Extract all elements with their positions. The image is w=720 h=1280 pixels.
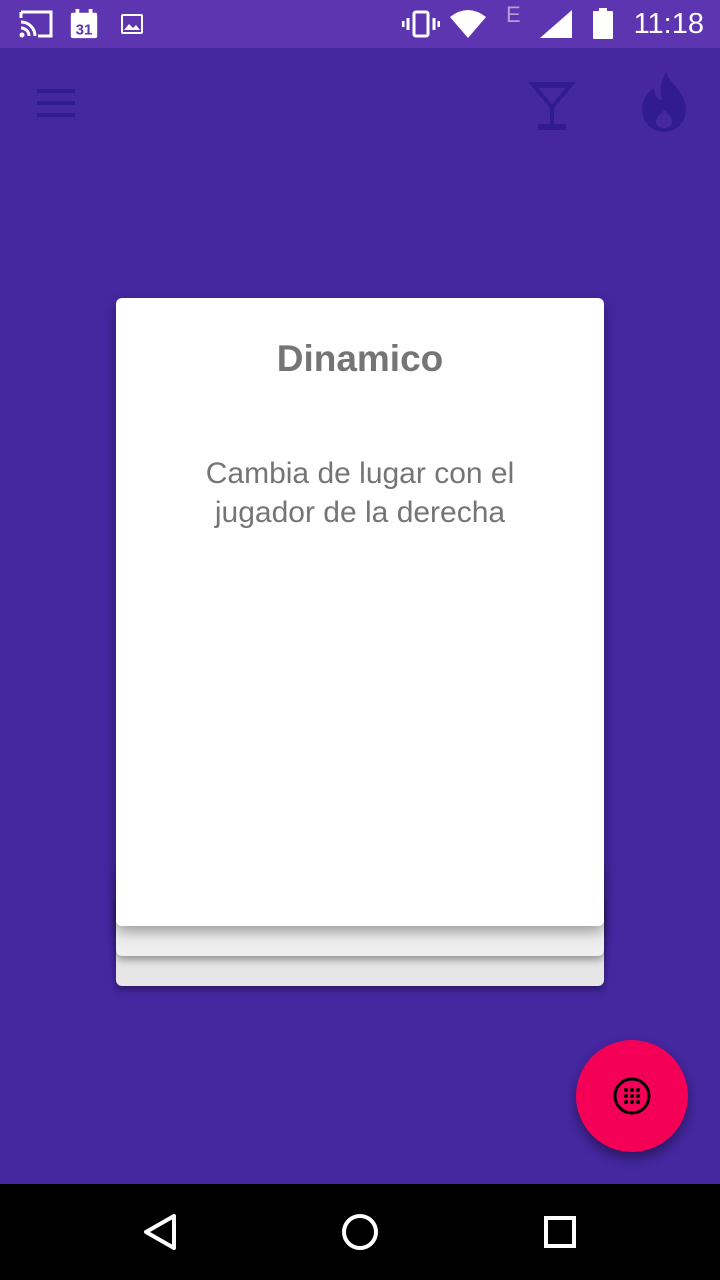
menu-icon[interactable] bbox=[28, 80, 84, 128]
dice-icon bbox=[613, 1077, 651, 1115]
vibrate-icon bbox=[402, 10, 440, 38]
fire-icon[interactable] bbox=[632, 70, 696, 134]
card-text: Cambia de lugar con el jugador de la der… bbox=[205, 457, 515, 529]
image-icon bbox=[121, 14, 143, 34]
dice-button[interactable] bbox=[576, 1040, 688, 1152]
status-bar: 31 E 11:18 bbox=[0, 0, 720, 48]
network-type: E bbox=[506, 2, 521, 27]
back-icon[interactable] bbox=[136, 1208, 184, 1256]
card-title: Dinamico bbox=[276, 338, 444, 379]
navigation-bar bbox=[0, 1184, 720, 1280]
cast-icon bbox=[19, 10, 53, 38]
wifi-icon bbox=[450, 10, 486, 38]
cocktail-icon[interactable] bbox=[520, 74, 584, 134]
home-icon[interactable] bbox=[336, 1208, 384, 1256]
challenge-card[interactable]: Dinamico Cambia de lugar con el jugador … bbox=[116, 298, 604, 926]
app-bar bbox=[0, 48, 720, 160]
battery-icon bbox=[593, 8, 613, 39]
calendar-day: 31 bbox=[76, 21, 93, 38]
signal-icon bbox=[540, 10, 572, 38]
recents-icon[interactable] bbox=[536, 1208, 584, 1256]
clock: 11:18 bbox=[633, 8, 704, 40]
calendar-icon: 31 bbox=[70, 8, 98, 38]
